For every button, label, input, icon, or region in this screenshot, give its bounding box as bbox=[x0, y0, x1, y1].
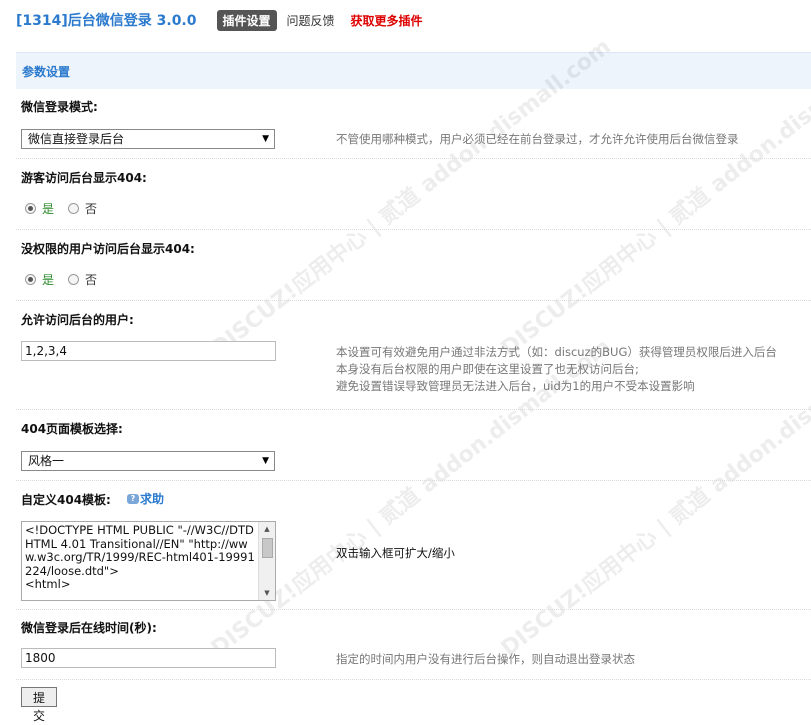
divider bbox=[16, 609, 811, 610]
login-mode-description: 不管使用哪种模式，用户必须已经在前台登录过，才允许允许使用后台微信登录 bbox=[336, 132, 739, 146]
allowed-users-input[interactable] bbox=[21, 341, 276, 361]
noperm-404-no-radio[interactable] bbox=[68, 274, 80, 285]
dropdown-arrow-icon: ▼ bbox=[262, 134, 269, 144]
description-line: 本身没有后台权限的用户即使在这里设置了也无权访问后台; bbox=[336, 362, 639, 376]
divider bbox=[16, 480, 811, 481]
section-header: 参数设置 bbox=[16, 52, 811, 89]
online-time-description: 指定的时间内用户没有进行后台操作，则自动退出登录状态 bbox=[336, 652, 635, 666]
scroll-thumb[interactable] bbox=[262, 538, 273, 558]
guest-404-no-radio[interactable] bbox=[68, 203, 80, 214]
noperm-404-yes-radio[interactable] bbox=[25, 274, 36, 285]
online-time-label: 微信登录后在线时间(秒): bbox=[21, 621, 157, 635]
tab-plugin-settings[interactable]: 插件设置 bbox=[216, 9, 277, 31]
plugin-title: [1314]后台微信登录 3.0.0 bbox=[16, 13, 197, 29]
guest-404-radio-group: 是 否 bbox=[25, 200, 97, 217]
online-time-input[interactable] bbox=[21, 648, 276, 668]
section-title: 参数设置 bbox=[22, 65, 71, 79]
template-404-selected: 风格一 bbox=[28, 454, 65, 468]
login-mode-label: 微信登录模式: bbox=[21, 100, 98, 114]
noperm-404-no-label[interactable]: 否 bbox=[85, 271, 97, 288]
tab-feedback[interactable]: 问题反馈 bbox=[287, 12, 335, 29]
noperm-404-radio-group: 是 否 bbox=[25, 271, 97, 288]
login-mode-select[interactable]: 微信直接登录后台 ▼ bbox=[21, 129, 275, 149]
help-link-label: 求助 bbox=[140, 492, 165, 506]
guest-404-yes-label[interactable]: 是 bbox=[42, 200, 54, 217]
login-mode-selected: 微信直接登录后台 bbox=[28, 132, 125, 146]
help-link[interactable]: ? 求助 bbox=[127, 490, 164, 507]
divider bbox=[16, 229, 811, 230]
textarea-scrollbar[interactable]: ▲ ▼ bbox=[258, 522, 275, 600]
more-plugins-link[interactable]: 获取更多插件 bbox=[351, 12, 423, 29]
guest-404-yes-radio[interactable] bbox=[25, 203, 36, 214]
noperm-404-label: 没权限的用户访问后台显示404: bbox=[21, 242, 195, 256]
guest-404-no-label[interactable]: 否 bbox=[85, 200, 97, 217]
page-header: [1314]后台微信登录 3.0.0 插件设置 问题反馈 获取更多插件 bbox=[16, 9, 423, 31]
custom-404-label: 自定义404模板: bbox=[21, 493, 111, 507]
divider bbox=[16, 409, 811, 410]
help-bubble-icon: ? bbox=[127, 493, 139, 504]
custom-404-text: <!DOCTYPE HTML PUBLIC "-//W3C//DTD HTML … bbox=[25, 523, 255, 591]
guest-404-label: 游客访问后台显示404: bbox=[21, 171, 147, 185]
divider bbox=[16, 679, 811, 680]
template-404-label: 404页面模板选择: bbox=[21, 422, 123, 436]
allowed-users-description: 本设置可有效避免用户通过非法方式（如：discuz的BUG）获得管理员权限后进入… bbox=[336, 344, 777, 395]
scroll-up-arrow-icon[interactable]: ▲ bbox=[259, 522, 275, 536]
description-line: 本设置可有效避免用户通过非法方式（如：discuz的BUG）获得管理员权限后进入… bbox=[336, 345, 777, 359]
allowed-users-label: 允许访问后台的用户: bbox=[21, 313, 134, 327]
custom-404-description: 双击输入框可扩大/缩小 bbox=[336, 546, 455, 560]
custom-404-textarea[interactable]: <!DOCTYPE HTML PUBLIC "-//W3C//DTD HTML … bbox=[21, 521, 276, 601]
dropdown-arrow-icon: ▼ bbox=[262, 456, 269, 466]
scroll-down-arrow-icon[interactable]: ▼ bbox=[259, 586, 275, 600]
description-line: 避免设置错误导致管理员无法进入后台，uid为1的用户不受本设置影响 bbox=[336, 379, 695, 393]
template-404-select[interactable]: 风格一 ▼ bbox=[21, 451, 275, 471]
submit-button[interactable]: 提交 bbox=[21, 687, 57, 723]
noperm-404-yes-label[interactable]: 是 bbox=[42, 271, 54, 288]
divider bbox=[16, 158, 811, 159]
divider bbox=[16, 300, 811, 301]
